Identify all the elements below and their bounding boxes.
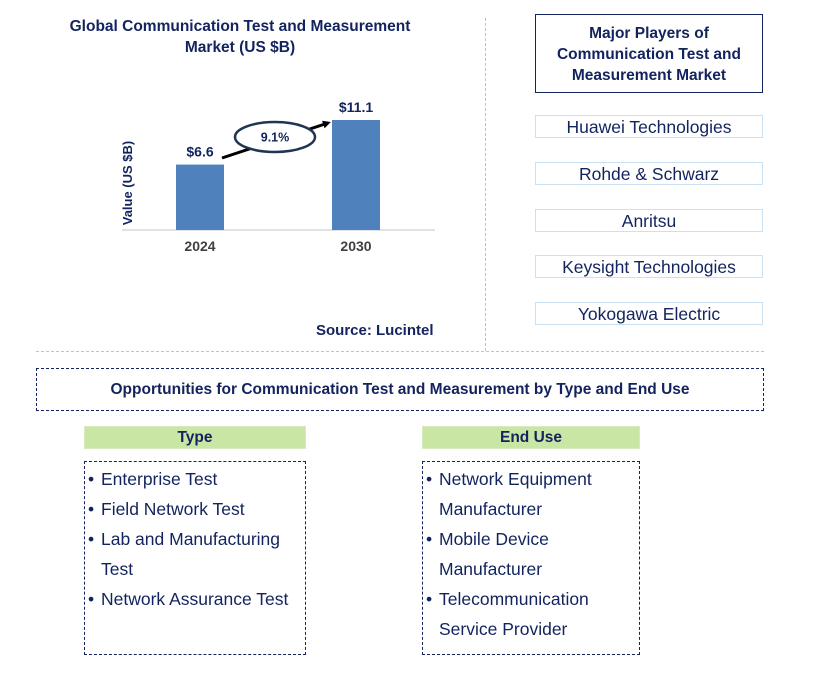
y-axis-label: Value (US $B) xyxy=(120,141,135,226)
chart-title-line-1: Global Communication Test and Measuremen… xyxy=(69,18,411,35)
type-list: Enterprise Test Field Network Test Lab a… xyxy=(88,464,305,614)
chart-title-line-2: Market (US $B) xyxy=(184,39,296,56)
type-header: Type xyxy=(84,426,306,449)
data-label-2030: $11.1 xyxy=(339,99,373,115)
bar-chart: Value (US $B) $6.6 $11.1 2024 2030 9.1% xyxy=(120,99,435,254)
players-title-line-3: Measurement Market xyxy=(571,67,727,84)
player-item: Huawei Technologies xyxy=(535,115,763,138)
end-use-item: Telecommunication Service Provider xyxy=(426,584,639,644)
type-item: Field Network Test xyxy=(88,494,305,524)
players-title: Major Players of Communication Test and … xyxy=(535,14,763,93)
type-item: Enterprise Test xyxy=(88,464,305,494)
players-title-line-2: Communication Test and xyxy=(556,46,741,63)
end-use-item: Network Equipment Manufacturer xyxy=(426,464,639,524)
bar-2024 xyxy=(176,164,224,230)
type-item: Network Assurance Test xyxy=(88,584,305,614)
type-item: Lab and Manufacturing Test xyxy=(88,524,305,584)
end-use-list-box: Network Equipment Manufacturer Mobile De… xyxy=(422,461,640,655)
player-item: Rohde & Schwarz xyxy=(535,162,763,185)
players-title-line-1: Major Players of xyxy=(589,25,709,42)
data-label-2024: $6.6 xyxy=(186,144,213,160)
player-item: Yokogawa Electric xyxy=(535,302,763,325)
player-item: Keysight Technologies xyxy=(535,255,763,278)
x-tick-label: 2024 xyxy=(184,238,215,254)
source-label: Source: Lucintel xyxy=(316,322,434,339)
end-use-list: Network Equipment Manufacturer Mobile De… xyxy=(426,464,639,644)
end-use-item: Mobile Device Manufacturer xyxy=(426,524,639,584)
horizontal-divider xyxy=(36,351,764,352)
vertical-divider xyxy=(485,18,486,351)
bar-2030 xyxy=(332,120,380,230)
x-tick-label: 2030 xyxy=(340,238,371,254)
opportunities-title: Opportunities for Communication Test and… xyxy=(36,368,764,411)
type-list-box: Enterprise Test Field Network Test Lab a… xyxy=(84,461,306,655)
cagr-label: 9.1% xyxy=(261,131,290,145)
player-item: Anritsu xyxy=(535,209,763,232)
end-use-header: End Use xyxy=(422,426,640,449)
chart-title: Global Communication Test and Measuremen… xyxy=(40,16,440,58)
